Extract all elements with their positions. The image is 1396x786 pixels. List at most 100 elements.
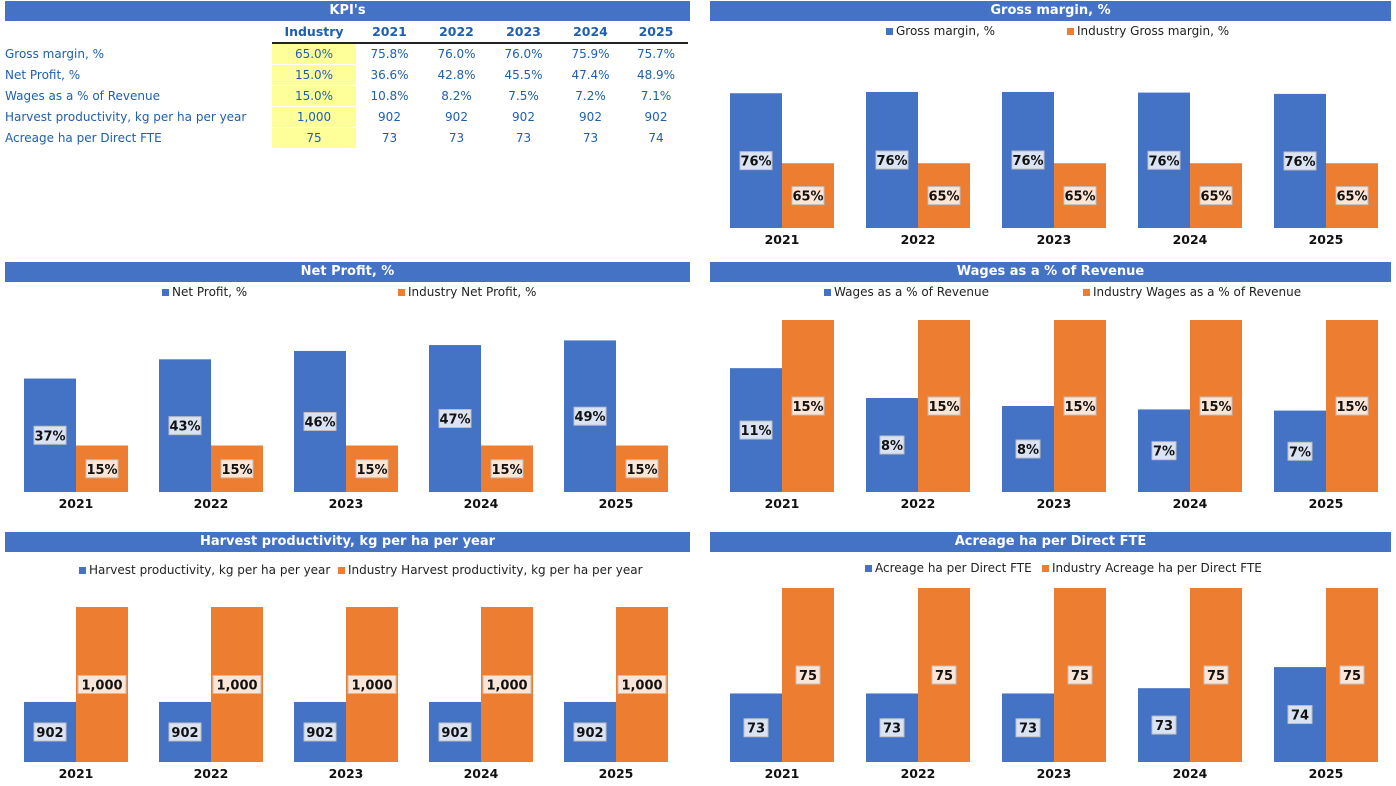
- data-label: 76%: [1148, 154, 1179, 169]
- kpi-year-value: 902: [579, 110, 602, 124]
- x-tick-label: 2021: [59, 496, 94, 511]
- kpi-row-label: Wages as a % of Revenue: [5, 89, 160, 103]
- data-label: 65%: [1064, 190, 1095, 205]
- data-label: 76%: [876, 154, 907, 169]
- kpi-year-value: 8.2%: [441, 89, 472, 103]
- kpi-header-year: 2022: [423, 22, 490, 44]
- data-label: 76%: [1012, 154, 1043, 169]
- kpi-year-value: 902: [644, 110, 668, 124]
- kpi-year-value: 76.0%: [504, 47, 543, 62]
- x-tick-label: 2024: [1173, 766, 1208, 781]
- x-tick-label: 2023: [1037, 496, 1072, 511]
- chart-plot: 902 1,000 2021 902 1,000 2022 902 1,000 2023 902 1…: [24, 607, 668, 781]
- data-label: 15%: [1064, 400, 1095, 415]
- data-label: 37%: [34, 429, 65, 444]
- kpi-year-value: 902: [512, 110, 535, 124]
- gross-margin-chart: Gross margin, % Gross margin, % Industry G…: [710, 1, 1391, 256]
- kpi-row: Net Profit, % 15.0% 36.6% 42.8% 45.5% 47.4% 48…: [5, 64, 688, 86]
- kpi-year-value: 75.8%: [370, 47, 409, 62]
- kpi-row: Gross margin, % 65.0% 75.8% 76.0% 76.0% 75.9%…: [5, 43, 688, 65]
- data-label: 902: [171, 726, 198, 741]
- data-label: 15%: [626, 463, 657, 478]
- kpi-year-value: 902: [445, 110, 468, 124]
- x-tick-label: 2021: [765, 766, 800, 781]
- kpi-industry-value: 1,000: [272, 106, 356, 128]
- data-label: 902: [36, 726, 63, 741]
- kpi-header-year: 2024: [557, 22, 624, 44]
- data-label: 49%: [574, 410, 605, 425]
- kpi-row-label: Gross margin, %: [5, 46, 104, 61]
- kpi-year-value: 75.7%: [636, 47, 676, 62]
- data-label: 7%: [1289, 445, 1311, 460]
- data-label: 76%: [740, 155, 771, 170]
- x-tick-label: 2022: [901, 766, 936, 781]
- kpi-title: KPI's: [5, 1, 690, 21]
- x-tick-label: 2022: [194, 496, 229, 511]
- kpi-year-value: 7.5%: [508, 89, 539, 103]
- x-tick-label: 2023: [1037, 766, 1072, 781]
- data-label: 15%: [86, 463, 117, 478]
- kpi-row-label: Net Profit, %: [5, 68, 81, 82]
- chart-plot: 11% 15% 2021 8% 15% 2022 8% 15% 2023 7% 15% 2024 7% 1…: [730, 320, 1378, 511]
- wages-chart: Wages as a % of Revenue Wages as a % of R…: [710, 262, 1391, 522]
- data-label: 65%: [928, 190, 959, 205]
- kpi-header-year: 2023: [490, 22, 557, 44]
- kpi-industry-value: 15.0%: [272, 64, 356, 86]
- kpi-year-value: 47.4%: [571, 68, 610, 82]
- data-label: 74: [1291, 709, 1309, 724]
- data-label: 15%: [1336, 400, 1367, 415]
- kpi-year-value: 7.2%: [575, 89, 606, 103]
- x-tick-label: 2021: [765, 496, 800, 511]
- data-label: 65%: [792, 190, 823, 205]
- data-label: 73: [1155, 719, 1173, 734]
- kpi-year-value: 36.6%: [370, 68, 409, 82]
- acreage-chart: Acreage ha per Direct FTE Acreage ha per …: [710, 532, 1391, 786]
- kpi-year-value: 73: [582, 131, 599, 145]
- data-label: 15%: [356, 463, 387, 478]
- data-label: 47%: [439, 413, 470, 428]
- kpi-year-value: 73: [381, 131, 398, 145]
- kpi-header-row: Industry 2021 2022 2023 2024 2025: [5, 22, 688, 44]
- data-label: 902: [441, 726, 468, 741]
- data-label: 73: [1019, 722, 1037, 737]
- data-label: 15%: [491, 463, 522, 478]
- data-label: 15%: [221, 463, 252, 478]
- x-tick-label: 2025: [599, 766, 634, 781]
- kpi-row: Acreage ha per Direct FTE 75 73 73 73 73 74: [5, 127, 688, 149]
- harvest-productivity-chart: Harvest productivity, kg per ha per year…: [5, 532, 690, 786]
- data-label: 75: [1343, 669, 1361, 684]
- data-label: 1,000: [216, 679, 257, 694]
- data-label: 1,000: [486, 679, 527, 694]
- x-tick-label: 2022: [194, 766, 229, 781]
- kpi-year-value: 10.8%: [370, 89, 409, 103]
- data-label: 1,000: [81, 679, 122, 694]
- data-label: 15%: [792, 400, 823, 415]
- x-tick-label: 2025: [1309, 232, 1344, 247]
- kpi-year-value: 45.5%: [504, 68, 543, 82]
- x-tick-label: 2023: [329, 766, 364, 781]
- kpi-header-year: 2025: [624, 22, 688, 44]
- kpi-row-label: Harvest productivity, kg per ha per year: [5, 110, 247, 124]
- kpi-row-label: Acreage ha per Direct FTE: [5, 131, 162, 145]
- x-tick-label: 2023: [1037, 232, 1072, 247]
- net-profit-chart: Net Profit, % Net Profit, % Industry Net P…: [5, 262, 690, 522]
- data-label: 46%: [304, 415, 335, 430]
- kpi-header-year: 2021: [356, 22, 423, 44]
- kpi-industry-value: 75: [272, 127, 356, 149]
- data-label: 73: [883, 722, 901, 737]
- x-tick-label: 2024: [464, 496, 499, 511]
- kpi-row: Wages as a % of Revenue 15.0% 10.8% 8.2% 7.5…: [5, 85, 688, 107]
- x-tick-label: 2021: [59, 766, 94, 781]
- x-tick-label: 2021: [765, 232, 800, 247]
- kpi-year-value: 7.1%: [640, 89, 672, 103]
- data-label: 43%: [169, 420, 200, 435]
- chart-plot: 37% 15% 2021 43% 15% 2022 46% 15% 2023 47% 15% 2024…: [24, 340, 668, 511]
- kpi-header-industry: Industry: [272, 22, 356, 44]
- x-tick-label: 2025: [1309, 496, 1344, 511]
- x-tick-label: 2024: [1173, 496, 1208, 511]
- data-label: 15%: [928, 400, 959, 415]
- data-label: 65%: [1200, 190, 1231, 205]
- kpi-year-value: 73: [515, 131, 532, 145]
- kpi-row: Harvest productivity, kg per ha per year…: [5, 106, 688, 128]
- kpi-industry-value: 65.0%: [272, 43, 356, 65]
